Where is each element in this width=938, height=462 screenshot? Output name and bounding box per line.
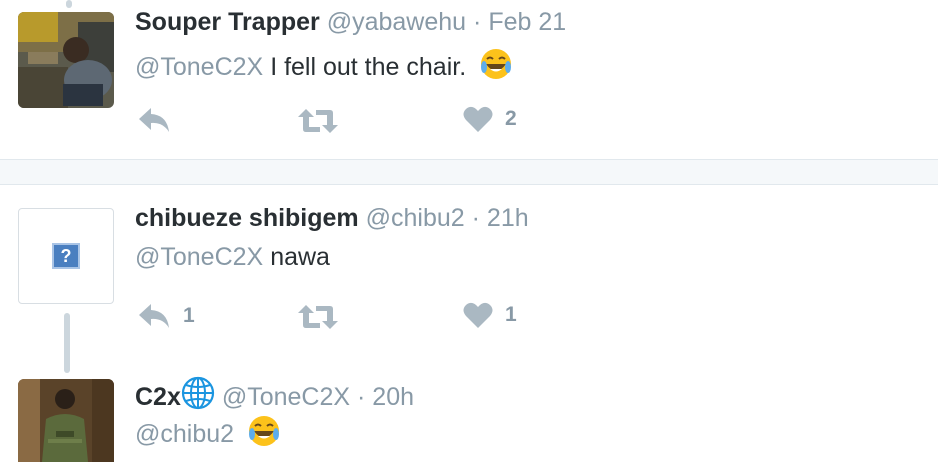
tweet-body: nawa [270,243,330,271]
retweet-icon [298,109,338,133]
avatar-photo [18,379,114,462]
separator: · [473,8,482,36]
display-name[interactable]: C2x [135,383,181,411]
timestamp[interactable]: 21h [487,204,529,232]
heart-icon [463,302,493,328]
reply-button[interactable]: 1 [137,302,195,330]
tweet-text: @ToneC2X I fell out the chair. [135,47,513,88]
laughing-emoji-icon [479,47,513,88]
thread-line-top [66,0,72,8]
reply-count: 1 [183,304,195,327]
avatar-placeholder[interactable]: ? [18,208,114,304]
tweet-body: I fell out the chair. [270,53,467,81]
avatar[interactable] [18,379,114,462]
laughing-emoji-icon [247,414,281,455]
avatar[interactable] [18,12,114,108]
like-count: 2 [505,107,517,130]
timestamp[interactable]: Feb 21 [488,8,566,36]
heart-icon [463,106,493,132]
tweet-text: @chibu2 [135,414,281,455]
tweet-header: chibueze shibigem @chibu2 · 21h [135,204,529,233]
like-button[interactable]: 2 [463,105,517,133]
retweet-button[interactable] [298,303,338,331]
globe-icon [181,376,215,417]
reply-icon [139,108,169,132]
handle[interactable]: @yabawehu [327,8,466,36]
like-count: 1 [505,303,517,326]
tweet-header: Souper Trapper @yabawehu · Feb 21 [135,8,566,37]
retweet-button[interactable] [298,107,338,135]
reply-button[interactable] [137,106,171,134]
like-button[interactable]: 1 [463,301,517,329]
tweet-text: @ToneC2X nawa [135,243,330,272]
tweet-header: C2x @ToneC2X · 20h [135,376,414,417]
mention-link[interactable]: @chibu2 [135,420,234,448]
display-name[interactable]: Souper Trapper [135,8,320,36]
separator: · [471,204,480,232]
reply-icon [139,304,169,328]
mention-link[interactable]: @ToneC2X [135,243,263,271]
handle[interactable]: @chibu2 [366,204,465,232]
handle[interactable]: @ToneC2X [222,383,350,411]
avatar-photo [18,12,114,108]
conversation-divider [0,159,938,185]
timestamp[interactable]: 20h [372,383,414,411]
question-mark-icon: ? [52,243,80,269]
retweet-icon [298,305,338,329]
separator: · [357,383,366,411]
mention-link[interactable]: @ToneC2X [135,53,263,81]
thread-line-connector [64,313,70,373]
display-name[interactable]: chibueze shibigem [135,204,359,232]
